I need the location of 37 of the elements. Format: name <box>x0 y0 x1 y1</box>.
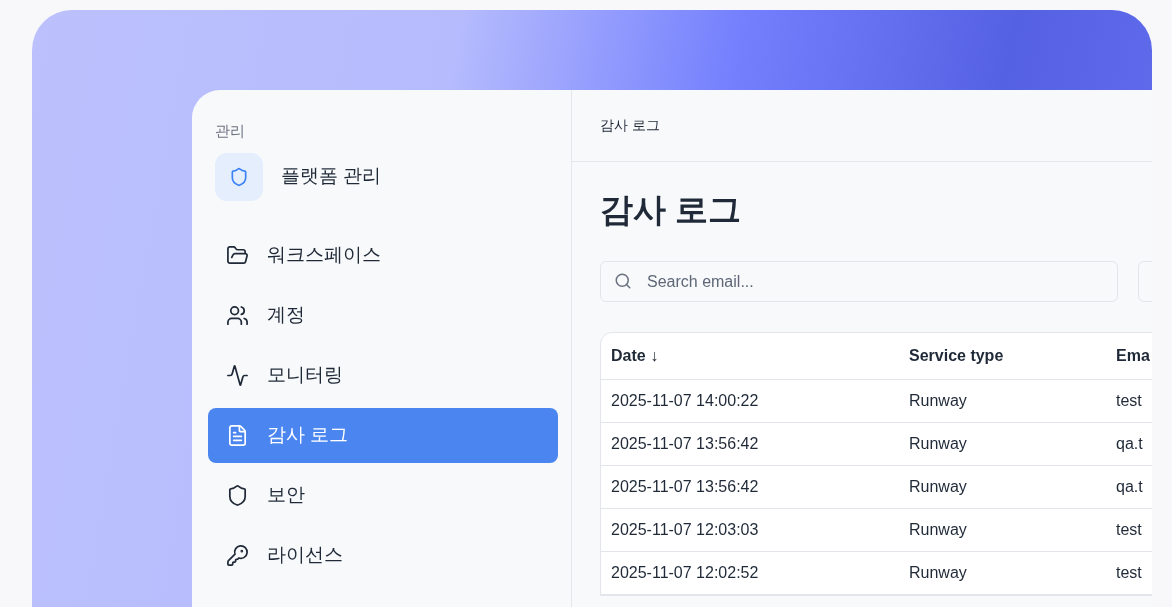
nav-item[interactable]: 모니터링 <box>208 347 558 403</box>
page-title: 감사 로그 <box>600 190 743 230</box>
folder-icon <box>226 243 249 267</box>
column-header[interactable]: Date ↓ <box>611 344 909 368</box>
table-cell-text: test <box>1116 563 1143 583</box>
table-cell-text: qa.t <box>1116 477 1144 497</box>
table-cell-text: 2025-11-07 14:00:22 <box>611 391 760 411</box>
section-label: 관리 <box>214 121 246 141</box>
table-cell-text: 2025-11-07 13:56:42 <box>611 477 760 497</box>
table-cell-text: test <box>1116 520 1143 540</box>
nav-item[interactable]: 계정 <box>208 287 558 343</box>
breadcrumb: 감사 로그 <box>600 116 660 135</box>
table-cell-text: 2025-11-07 13:56:42 <box>611 434 760 454</box>
table-cell-text: test <box>1116 391 1143 411</box>
shield-icon <box>226 483 249 507</box>
document-icon <box>226 423 249 447</box>
shield-icon <box>215 152 263 201</box>
column-header[interactable]: Ema <box>1116 344 1152 368</box>
table-cell-text: qa.t <box>1116 434 1144 454</box>
search-field[interactable]: Search email... <box>600 261 1118 302</box>
table-cell-text: Runway <box>909 434 968 454</box>
table-cell-text: 2025-11-07 12:03:03 <box>611 520 760 540</box>
pulse-icon <box>226 363 249 387</box>
key-icon <box>226 543 249 567</box>
table-cell-text: 2025-11-07 12:02:52 <box>611 563 760 583</box>
nav-item[interactable]: 감사 로그 <box>208 407 558 463</box>
table-cell-text: Runway <box>909 520 968 540</box>
nav-item[interactable]: 워크스페이스 <box>208 227 558 283</box>
table-cell-text: Runway <box>909 391 968 411</box>
column-header[interactable]: Service type <box>909 344 1116 368</box>
search-icon <box>614 272 632 290</box>
nav-item[interactable]: 라이선스 <box>208 527 558 583</box>
table-cell-text: Runway <box>909 563 968 583</box>
table-cell-text: Runway <box>909 477 968 497</box>
platform-title: 플랫폼 관리 <box>281 164 382 189</box>
users-icon <box>226 303 249 327</box>
nav-item[interactable]: 보안 <box>208 467 558 523</box>
